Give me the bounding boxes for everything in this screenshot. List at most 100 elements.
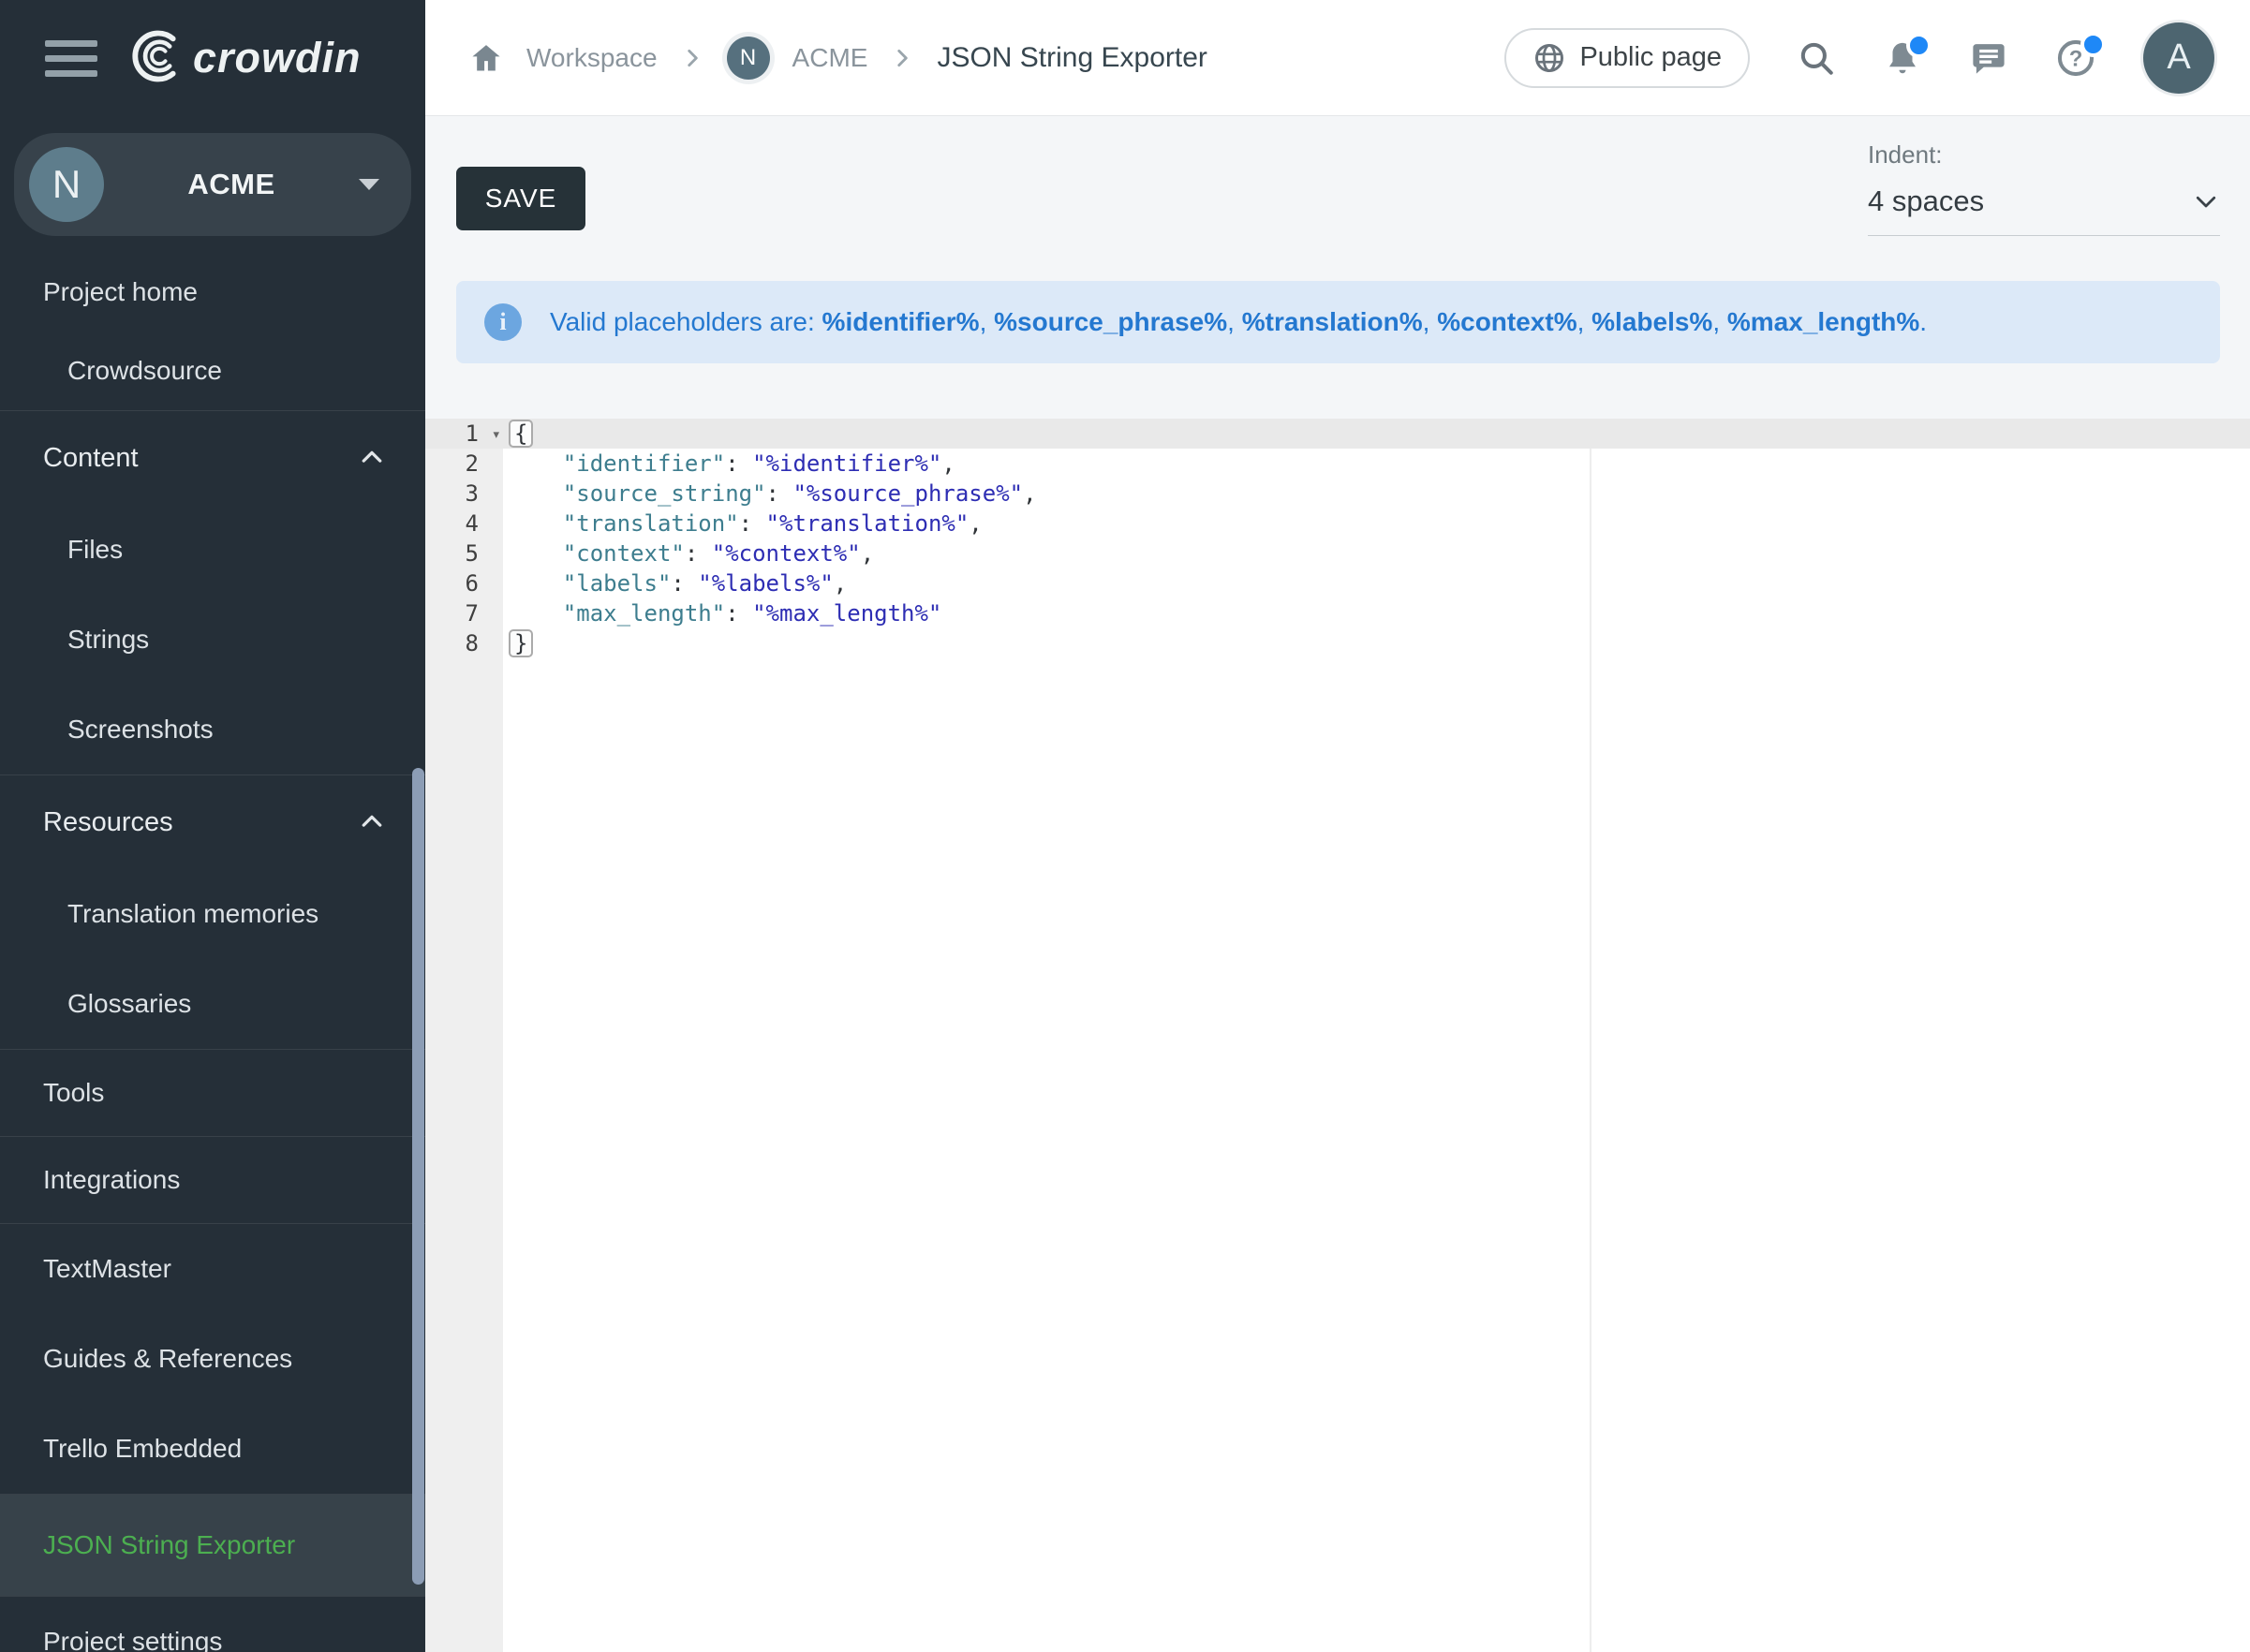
editor-line: 6 "labels": "%labels%", (425, 568, 2250, 598)
globe-icon (1532, 41, 1566, 75)
sidebar-section-resources[interactable]: Resources (0, 775, 425, 869)
sidebar-item-label: Integrations (43, 1165, 180, 1195)
code-line[interactable]: "translation": "%translation%", (503, 509, 983, 538)
line-number: 8 (425, 628, 503, 658)
sidebar-item-screenshots[interactable]: Screenshots (0, 685, 425, 774)
notifications-bell-icon[interactable] (1883, 38, 1922, 78)
sidebar-item-label: Screenshots (67, 715, 214, 745)
code-token-key: "labels" (563, 570, 672, 597)
editor-line: 7 "max_length": "%max_length%" (425, 598, 2250, 628)
hamburger-menu-icon[interactable] (45, 40, 97, 77)
info-icon: i (484, 303, 522, 341)
sidebar-item-label: Project settings (43, 1627, 222, 1652)
code-token-punc: : (766, 480, 793, 507)
editor-line: 4 "translation": "%translation%", (425, 509, 2250, 538)
code-token-key: "max_length" (563, 600, 725, 627)
sidebar-section-label: Resources (43, 807, 173, 838)
sidebar-item-json-string-exporter[interactable]: JSON String Exporter (0, 1495, 425, 1596)
placeholder-token: %identifier% (822, 307, 980, 336)
sidebar-scrollbar[interactable] (412, 768, 424, 1585)
code-token-punc (509, 450, 563, 477)
page-content: SAVE Indent: 4 spaces i Valid placeholde… (425, 116, 2250, 1652)
sidebar-item-project-home[interactable]: Project home (0, 253, 425, 332)
sidebar-section-label: Content (43, 443, 139, 474)
line-number: 7 (425, 598, 503, 628)
sidebar-nav: Project home Crowdsource Content FilesStrin… (0, 253, 425, 1652)
editor-rows: 1▾{2 "identifier": "%identifier%",3 "sou… (425, 419, 2250, 658)
placeholder-token: %source_phrase% (994, 307, 1227, 336)
info-banner: i Valid placeholders are: %identifier%, … (456, 281, 2220, 363)
breadcrumb-workspace[interactable]: Workspace (526, 43, 658, 73)
code-line[interactable]: "labels": "%labels%", (503, 568, 847, 598)
code-line[interactable]: "identifier": "%identifier%", (503, 449, 955, 479)
public-page-button[interactable]: Public page (1504, 28, 1750, 88)
code-token-punc (509, 480, 563, 507)
indent-selected-value: 4 spaces (1868, 184, 1984, 218)
sidebar-item-trello-embedded[interactable]: Trello Embedded (0, 1404, 425, 1494)
page-title: JSON String Exporter (937, 42, 1206, 74)
code-token-val: "%context%" (712, 540, 861, 567)
code-line[interactable]: { (503, 419, 533, 449)
notification-dot (1906, 33, 1932, 58)
code-token-key: "context" (563, 540, 685, 567)
code-editor[interactable]: 1▾{2 "identifier": "%identifier%",3 "sou… (425, 419, 2250, 1652)
editor-line: 2 "identifier": "%identifier%", (425, 449, 2250, 479)
code-token-key: "identifier" (563, 450, 725, 477)
app-window: crowdin N ACME Project home Crowdsource Co… (0, 0, 2250, 1652)
sidebar-item-tools[interactable]: Tools (0, 1050, 425, 1136)
line-number: 2 (425, 449, 503, 479)
code-token-punc (509, 510, 563, 537)
breadcrumb-project[interactable]: ACME (792, 43, 868, 73)
org-avatar: N (29, 147, 104, 222)
sidebar-item-textmaster[interactable]: TextMaster (0, 1224, 425, 1314)
save-button[interactable]: SAVE (456, 167, 585, 230)
code-token-val: "%translation%" (766, 510, 970, 537)
code-token-punc (509, 540, 563, 567)
crowdin-wordmark: crowdin (193, 34, 362, 82)
caret-down-icon (359, 179, 379, 190)
search-icon[interactable] (1797, 38, 1836, 78)
sidebar-item-crowdsource[interactable]: Crowdsource (0, 332, 425, 410)
sidebar-item-translation-memories[interactable]: Translation memories (0, 869, 425, 959)
sidebar-item-guides-references[interactable]: Guides & References (0, 1314, 425, 1404)
sidebar-item-label: Tools (43, 1078, 104, 1108)
sidebar-item-integrations[interactable]: Integrations (0, 1137, 425, 1223)
user-avatar[interactable]: A (2143, 22, 2214, 94)
org-switcher[interactable]: N ACME (14, 133, 411, 236)
sidebar-item-files[interactable]: Files (0, 505, 425, 595)
code-token-punc (509, 570, 563, 597)
sidebar-item-label: Glossaries (67, 989, 191, 1019)
code-token-val: "%identifier%" (752, 450, 941, 477)
sidebar-section-content[interactable]: Content (0, 411, 425, 505)
code-token-punc: , (941, 450, 955, 477)
line-number: 5 (425, 538, 503, 568)
home-icon[interactable] (468, 40, 504, 76)
code-line[interactable]: } (503, 628, 533, 658)
crowdin-logo[interactable]: crowdin (129, 30, 362, 87)
chevron-right-icon (680, 46, 704, 70)
code-line[interactable]: "context": "%context%", (503, 538, 874, 568)
code-token-punc: : (739, 510, 766, 537)
sidebar-item-strings[interactable]: Strings (0, 595, 425, 685)
help-icon[interactable]: ? (2055, 37, 2096, 79)
banner-text: Valid placeholders are: %identifier%, %s… (550, 307, 1927, 337)
code-token-punc: , (861, 540, 874, 567)
line-number: 4 (425, 509, 503, 538)
chevron-right-icon (890, 46, 914, 70)
line-number: 1▾ (425, 419, 503, 449)
code-line[interactable]: "source_string": "%source_phrase%", (503, 479, 1037, 509)
code-token-key: "source_string" (563, 480, 766, 507)
sidebar-logo-row: crowdin (0, 0, 425, 116)
placeholder-token: %labels% (1591, 307, 1712, 336)
topbar-actions: Public page ? A (1504, 22, 2214, 94)
indent-select[interactable]: 4 spaces (1868, 184, 2220, 236)
sidebar-item-label: Crowdsource (67, 356, 222, 386)
line-number: 3 (425, 479, 503, 509)
messages-icon[interactable] (1969, 38, 2008, 78)
code-token-val: "%source_phrase%" (792, 480, 1023, 507)
sidebar-item-project-settings[interactable]: Project settings (0, 1597, 425, 1652)
sidebar-item-glossaries[interactable]: Glossaries (0, 959, 425, 1049)
code-line[interactable]: "max_length": "%max_length%" (503, 598, 941, 628)
project-avatar: N (727, 37, 770, 80)
fold-arrow-icon[interactable]: ▾ (493, 420, 499, 450)
